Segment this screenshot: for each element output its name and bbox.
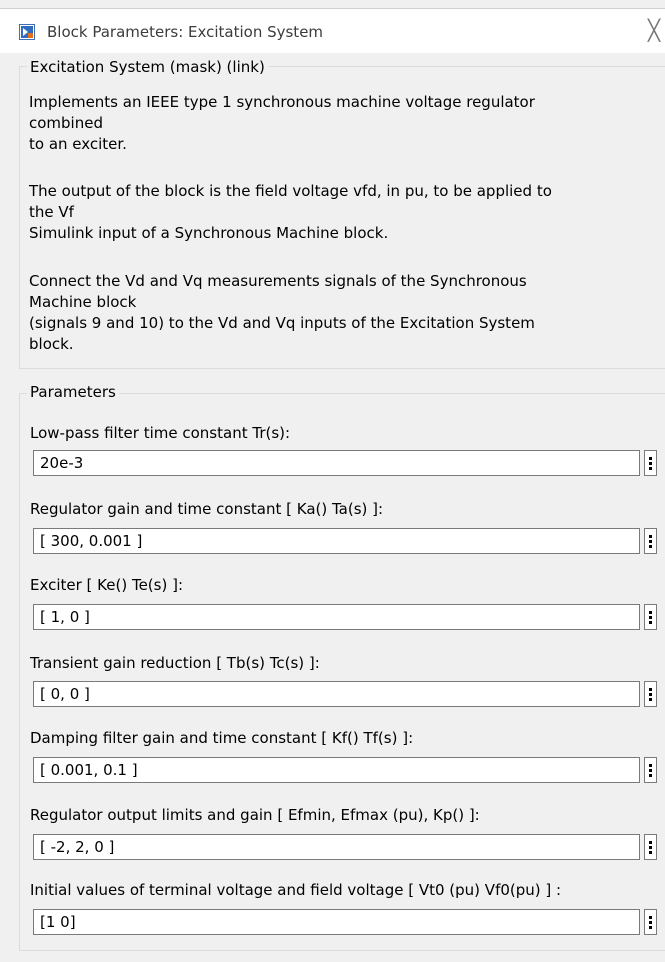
close-icon[interactable]: ╳ <box>648 20 660 40</box>
param-input-kf-tf[interactable] <box>33 757 640 783</box>
vertical-ellipsis-icon[interactable] <box>644 528 657 554</box>
param-label-ke-te: Exciter [ Ke() Te(s) ]: <box>30 576 183 594</box>
vertical-ellipsis-icon[interactable] <box>644 604 657 630</box>
vertical-ellipsis-icon[interactable] <box>644 909 657 935</box>
param-input-tb-tc[interactable] <box>33 681 640 707</box>
title-bar: Block Parameters: Excitation System ╳ <box>0 8 665 53</box>
parameters-header: Parameters <box>27 383 119 401</box>
param-label-vt0-vf0: Initial values of terminal voltage and f… <box>30 881 562 899</box>
parameters-group <box>19 393 665 951</box>
vertical-ellipsis-icon[interactable] <box>644 450 657 476</box>
param-label-ka-ta: Regulator gain and time constant [ Ka() … <box>30 500 384 518</box>
description-paragraph: Connect the Vd and Vq measurements signa… <box>29 272 535 353</box>
window-title: Block Parameters: Excitation System <box>47 23 324 41</box>
vertical-ellipsis-icon[interactable] <box>644 757 657 783</box>
param-label-tb-tc: Transient gain reduction [ Tb(s) Tc(s) ]… <box>30 654 320 672</box>
param-label-kf-tf: Damping filter gain and time constant [ … <box>30 729 414 747</box>
param-input-vt0-vf0[interactable] <box>33 909 640 935</box>
param-input-ke-te[interactable] <box>33 604 640 630</box>
param-input-tr[interactable] <box>33 450 640 476</box>
simulink-block-icon <box>19 24 35 40</box>
param-label-tr: Low-pass filter time constant Tr(s): <box>30 424 291 442</box>
vertical-ellipsis-icon[interactable] <box>644 834 657 860</box>
param-label-efmin-efmax-kp: Regulator output limits and gain [ Efmin… <box>30 806 480 824</box>
description-header: Excitation System (mask) (link) <box>27 58 268 76</box>
param-input-efmin-efmax-kp[interactable] <box>33 834 640 860</box>
description-paragraph: Implements an IEEE type 1 synchronous ma… <box>29 93 535 153</box>
param-input-ka-ta[interactable] <box>33 528 640 554</box>
vertical-ellipsis-icon[interactable] <box>644 681 657 707</box>
description-paragraph: The output of the block is the field vol… <box>29 182 552 242</box>
